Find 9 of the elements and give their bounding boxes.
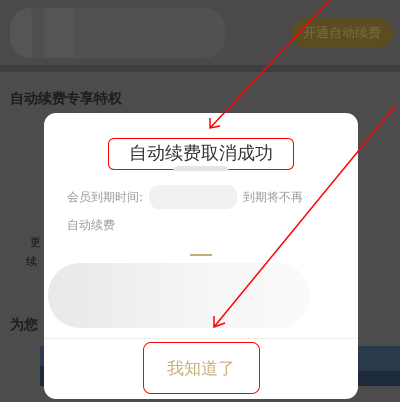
expiry-note: 到期将不再: [243, 188, 304, 206]
expiry-label: 会员到期时间:: [67, 188, 144, 206]
benefit-label: 更: [30, 235, 41, 250]
accent-dash: [190, 254, 212, 256]
confirm-button[interactable]: 我知道了: [163, 356, 239, 380]
blurred-area: [173, 166, 229, 171]
dialog-title: 自动续费取消成功: [129, 143, 273, 165]
benefit-label: 续: [26, 254, 37, 269]
expiry-note: 自动续费: [66, 217, 115, 234]
